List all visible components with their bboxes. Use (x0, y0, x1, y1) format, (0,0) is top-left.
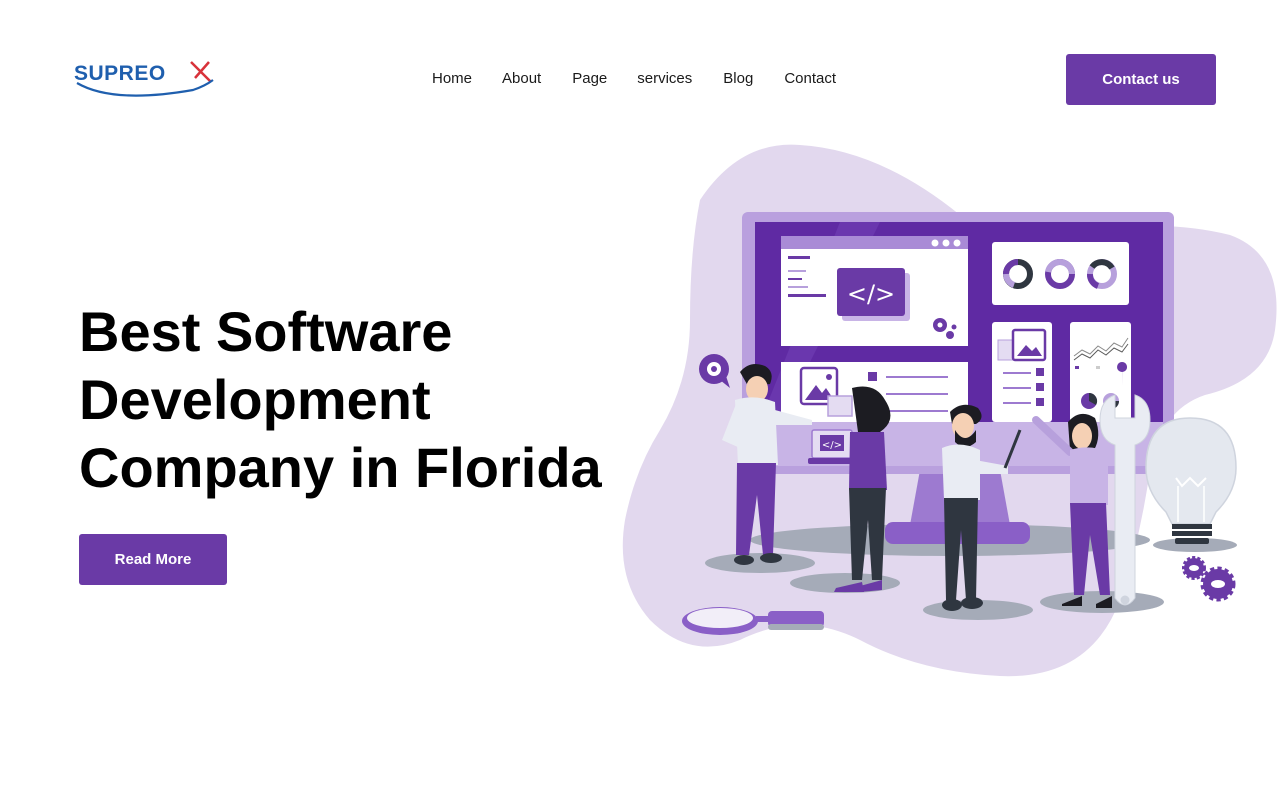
text-line (788, 286, 808, 288)
hero-title-line-3: Company in Florida (79, 436, 602, 499)
text-line (886, 376, 948, 378)
text-line (788, 294, 826, 297)
floor-shadow (705, 553, 815, 573)
text-line (1003, 372, 1031, 374)
logo-wordmark: SUPREO (74, 62, 166, 85)
text-line (788, 270, 806, 272)
list-bullet (1036, 398, 1044, 406)
contact-us-button[interactable]: Contact us (1066, 54, 1216, 105)
laptop-code-icon: </> (822, 440, 842, 451)
nav-blog[interactable]: Blog (723, 69, 753, 89)
main-nav: Home About Page services Blog Contact (432, 69, 836, 89)
hero-title-line-1: Best Software (79, 300, 453, 363)
list-bullet (1036, 383, 1044, 391)
nav-about[interactable]: About (502, 69, 541, 89)
text-line (788, 256, 810, 259)
window-dot (931, 239, 939, 247)
list-bullet (1036, 368, 1044, 376)
gears-icon (1182, 556, 1236, 602)
donut-chart-panel (992, 242, 1129, 305)
read-more-button[interactable]: Read More (79, 534, 227, 585)
nav-services[interactable]: services (637, 69, 692, 89)
text-line (886, 410, 948, 412)
supreox-logo[interactable]: SUPREO (73, 56, 223, 102)
text-line (1003, 402, 1031, 404)
window-dot (953, 239, 961, 247)
image-icon-sun (826, 374, 832, 380)
nav-page[interactable]: Page (572, 69, 607, 89)
list-bullet (868, 372, 877, 381)
text-line (886, 393, 948, 395)
nav-home[interactable]: Home (432, 69, 472, 89)
hero-title-line-2: Development (79, 368, 431, 431)
nav-contact[interactable]: Contact (784, 69, 836, 89)
legend-swatch (1096, 366, 1100, 369)
legend-swatch (1075, 366, 1079, 369)
text-line (1003, 387, 1031, 389)
analytics-panel (1070, 322, 1131, 422)
code-icon: </> (847, 280, 895, 308)
hero-illustration: </> </> (622, 144, 1277, 677)
hero-title: Best Software Development Company in Flo… (79, 298, 639, 502)
code-window-titlebar (781, 236, 968, 249)
logo-x-mark (190, 61, 212, 83)
image-icon-small (827, 395, 853, 417)
lightbulb-icon (1145, 417, 1237, 544)
text-line (788, 278, 802, 280)
window-dot (942, 239, 950, 247)
